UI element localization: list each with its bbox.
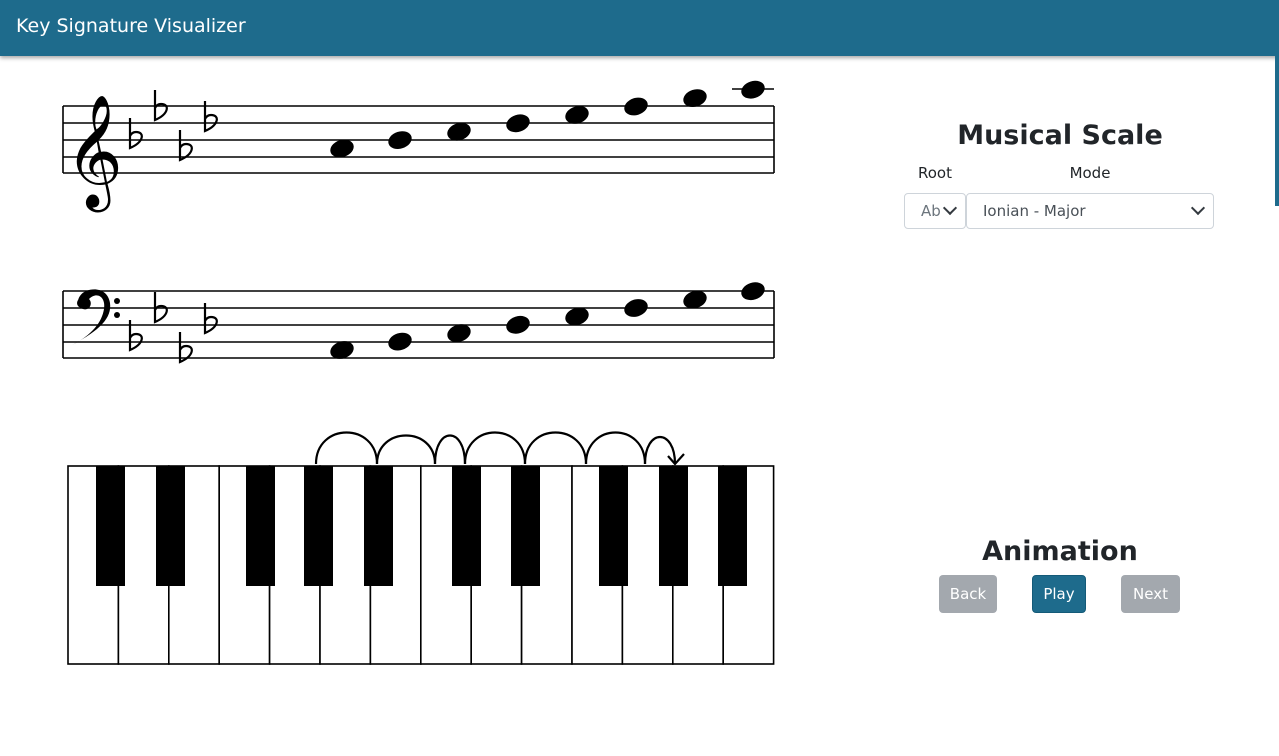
black-key <box>96 466 125 586</box>
animation-heading: Animation <box>982 536 1138 567</box>
black-key <box>511 466 540 586</box>
black-key <box>659 466 688 586</box>
note-head <box>624 299 648 317</box>
black-key <box>246 466 275 586</box>
note-head <box>388 131 412 149</box>
next-button[interactable]: Next <box>1121 575 1180 613</box>
black-key <box>304 466 333 586</box>
flat-icon <box>153 292 168 324</box>
bass-staff <box>62 282 775 364</box>
scale-heading: Musical Scale <box>957 120 1163 151</box>
treble-staff: 𝄞 <box>62 80 775 213</box>
black-key <box>364 466 393 586</box>
black-key <box>599 466 628 586</box>
root-label: Root <box>918 164 952 182</box>
note-head <box>388 332 412 351</box>
mode-select[interactable]: Ionian - Major <box>966 193 1214 229</box>
black-key <box>156 466 185 586</box>
note-head <box>506 114 530 133</box>
note-head <box>741 282 765 301</box>
chevron-down-icon <box>1190 200 1206 216</box>
note-head <box>624 97 648 116</box>
app-title: Key Signature Visualizer <box>16 15 246 37</box>
navbar: Key Signature Visualizer <box>0 0 1279 56</box>
mode-select-value: Ionian - Major <box>983 202 1086 220</box>
key-signature-flats <box>128 90 218 162</box>
scale-notes <box>330 80 765 158</box>
flat-icon <box>153 90 168 122</box>
key-signature-flats <box>128 292 218 364</box>
note-head <box>506 315 530 334</box>
play-button[interactable]: Play <box>1032 575 1086 613</box>
black-key <box>718 466 747 586</box>
piano-keyboard <box>67 431 775 665</box>
root-select-value: Ab <box>921 202 941 220</box>
scale-step-arcs <box>314 431 685 466</box>
edge-accent <box>1275 56 1279 206</box>
chevron-down-icon <box>942 200 958 216</box>
bass-clef-icon <box>72 289 120 345</box>
flat-icon <box>178 130 193 162</box>
back-button[interactable]: Back <box>939 575 997 613</box>
mode-label: Mode <box>1069 164 1111 182</box>
treble-clef-icon: 𝄞 <box>65 94 123 213</box>
root-select[interactable]: Ab <box>904 193 966 229</box>
note-head <box>741 80 765 99</box>
black-key <box>452 466 481 586</box>
